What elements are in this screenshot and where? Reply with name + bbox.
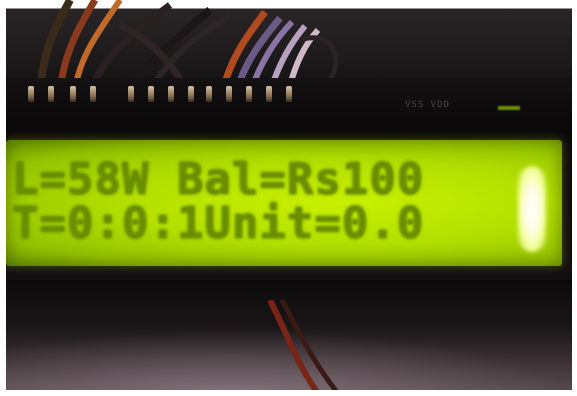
header-pin (28, 86, 34, 102)
lcd-screen: L=58W Bal=Rs100 T=0:0:1Unit=0.0 (6, 140, 562, 266)
frame-left (0, 0, 6, 396)
lcd-photo: VSS VDD L=58W Bal=Rs100 T=0:0:1Unit=0.0 (0, 0, 577, 396)
header-pin (246, 86, 252, 102)
header-pin (286, 86, 292, 102)
header-pin (206, 86, 212, 102)
header-pin (128, 86, 134, 102)
lcd-line-2: T=0:0:1Unit=0.0 (12, 198, 425, 249)
silkscreen-label: VSS VDD (405, 100, 450, 110)
header-pin (90, 86, 96, 102)
header-pin (226, 86, 232, 102)
header-pin (266, 86, 272, 102)
frame-bottom (0, 390, 577, 396)
lcd-cursor (498, 106, 520, 110)
header-pin (168, 86, 174, 102)
header-pin (48, 86, 54, 102)
bottom-wires (267, 300, 342, 396)
backlight-led (518, 166, 546, 252)
header-pin (188, 86, 194, 102)
frame-right (572, 0, 577, 396)
header-pin (70, 86, 76, 102)
header-pin (148, 86, 154, 102)
